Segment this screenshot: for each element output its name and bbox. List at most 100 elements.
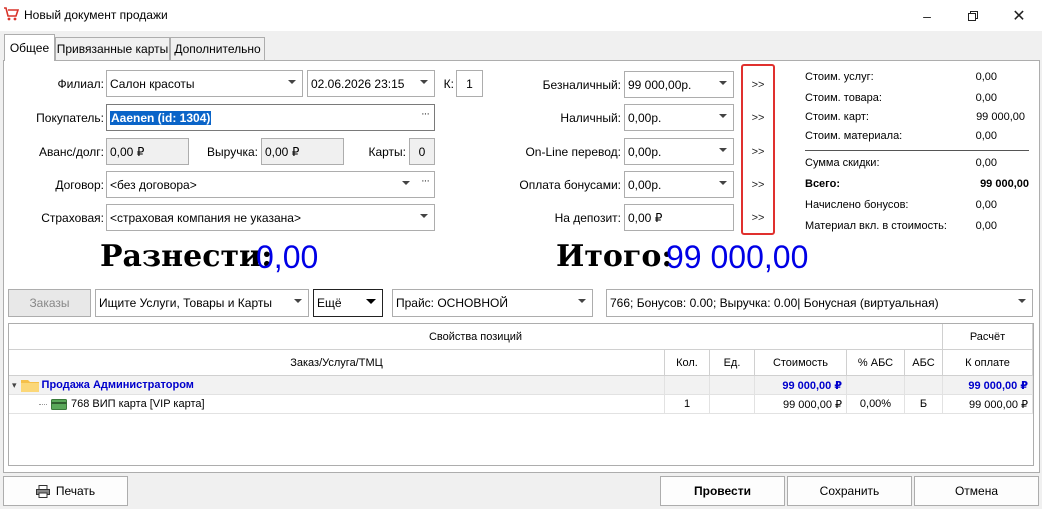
chevron-down-icon	[420, 214, 428, 218]
orders-button[interactable]: Заказы	[8, 289, 91, 317]
post-button[interactable]: Провести	[660, 476, 785, 506]
cart-icon	[3, 6, 20, 22]
contract-select[interactable]: <без договора> ···	[106, 171, 435, 198]
tab-general[interactable]: Общее	[4, 34, 55, 61]
payment-cash-label: Наличный:	[560, 111, 621, 125]
summary-total-label: Всего:	[805, 178, 840, 190]
highlight-frame	[741, 64, 775, 235]
band-properties: Свойства позиций	[9, 324, 943, 350]
card-info-select[interactable]: 766; Бонусов: 0.00; Выручка: 0.00| Бонус…	[606, 289, 1033, 317]
maximize-button[interactable]	[950, 0, 996, 31]
table-row[interactable]: 768 ВИП карта [VIP карта]	[9, 395, 665, 414]
tree-line	[39, 403, 47, 405]
tab-linked-cards[interactable]: Привязанные карты	[55, 37, 170, 60]
save-button[interactable]: Сохранить	[787, 476, 912, 506]
chevron-down-icon	[366, 299, 376, 304]
search-input[interactable]: Ищите Услуги, Товары и Карты	[95, 289, 309, 317]
payment-deposit-input[interactable]: 0,00 ₽	[624, 204, 734, 231]
cancel-button[interactable]: Отмена	[914, 476, 1039, 506]
summary-cards-label: Стоим. карт:	[805, 111, 869, 123]
total-label: Итого:	[556, 239, 673, 274]
col-item[interactable]: Заказ/Услуга/ТМЦ	[9, 350, 665, 376]
distribute-value: 0,00	[256, 239, 319, 275]
cards-field: 0	[409, 138, 435, 165]
collapse-icon[interactable]: ▾	[12, 380, 17, 391]
row-pay-cell: 99 000,00 ₽	[943, 395, 1033, 414]
ellipsis-icon[interactable]: ···	[421, 175, 430, 187]
summary-divider	[805, 150, 1029, 151]
buyer-input[interactable]: Aaenen (id: 1304) ···	[106, 104, 435, 131]
minimize-button[interactable]: –	[904, 0, 950, 31]
revenue-field: 0,00 ₽	[261, 138, 344, 165]
payment-bonus-label: Оплата бонусами:	[519, 178, 621, 192]
buyer-label: Покупатель:	[36, 111, 104, 125]
payment-deposit-label: На депозит:	[554, 211, 621, 225]
window-title: Новый документ продажи	[24, 8, 168, 22]
price-select[interactable]: Прайс: ОСНОВНОЙ	[392, 289, 593, 317]
contract-label: Договор:	[55, 178, 104, 192]
k-input[interactable]: 1	[456, 70, 483, 97]
col-abs-pct[interactable]: % АБС	[847, 350, 905, 376]
summary-material-label: Стоим. материала:	[805, 130, 903, 142]
group-pay-cell: 99 000,00 ₽	[943, 376, 1033, 395]
group-unit-cell	[710, 376, 755, 395]
more-select[interactable]: Ещё	[313, 289, 383, 317]
chevron-down-icon	[420, 80, 428, 84]
ellipsis-icon[interactable]: ···	[421, 108, 430, 120]
tab-additional[interactable]: Дополнительно	[170, 37, 265, 60]
col-abs[interactable]: АБС	[905, 350, 943, 376]
row-qty-cell: 1	[665, 395, 710, 414]
summary-discount-label: Сумма скидки:	[805, 157, 880, 169]
summary-services-label: Стоим. услуг:	[805, 71, 874, 83]
col-pay[interactable]: К оплате	[943, 350, 1033, 376]
chevron-down-icon	[288, 80, 296, 84]
col-unit[interactable]: Ед.	[710, 350, 755, 376]
summary-material-value: 0,00	[975, 130, 997, 142]
col-cost[interactable]: Стоимость	[755, 350, 847, 376]
date-picker[interactable]: 02.06.2026 23:15	[307, 70, 435, 97]
payment-cashless-select[interactable]: 99 000,00р.	[624, 71, 734, 98]
folder-icon	[20, 379, 39, 392]
group-qty-cell	[665, 376, 710, 395]
chevron-down-icon	[719, 114, 727, 118]
col-qty[interactable]: Кол.	[665, 350, 710, 376]
distribute-label: Разнести:	[100, 239, 273, 274]
chevron-down-icon	[719, 81, 727, 85]
summary-bonuses-value: 0,00	[975, 199, 997, 211]
revenue-label: Выручка:	[207, 145, 258, 159]
cards-label: Карты:	[368, 145, 406, 159]
group-abs-cell	[905, 376, 943, 395]
chevron-down-icon	[719, 181, 727, 185]
summary-material-included-value: 0,00	[975, 220, 997, 232]
summary-discount-value: 0,00	[975, 157, 997, 169]
total-value: 99 000,00	[666, 239, 809, 275]
chevron-down-icon	[1018, 299, 1026, 303]
advance-field: 0,00 ₽	[106, 138, 189, 165]
row-unit-cell	[710, 395, 755, 414]
insurance-label: Страховая:	[41, 211, 104, 225]
chevron-down-icon	[402, 181, 410, 185]
summary-services-value: 0,00	[975, 71, 997, 83]
group-abs-pct-cell	[847, 376, 905, 395]
close-button[interactable]: ✕	[996, 0, 1042, 31]
payment-bonus-select[interactable]: 0,00р.	[624, 171, 734, 198]
summary-goods-label: Стоим. товара:	[805, 92, 882, 104]
summary-total-value: 99 000,00	[980, 178, 1029, 190]
payment-online-select[interactable]: 0,00р.	[624, 138, 734, 165]
card-icon	[51, 398, 67, 410]
row-abs-cell: Б	[905, 395, 943, 414]
branch-select[interactable]: Салон красоты	[106, 70, 303, 97]
payment-online-label: On-Line перевод:	[525, 145, 621, 159]
group-cost-cell: 99 000,00 ₽	[755, 376, 847, 395]
chevron-down-icon	[719, 148, 727, 152]
k-label: К:	[443, 77, 454, 91]
band-calc: Расчёт	[943, 324, 1033, 350]
positions-table: Свойства позиций Расчёт Заказ/Услуга/ТМЦ…	[8, 323, 1034, 466]
payment-cash-select[interactable]: 0,00р.	[624, 104, 734, 131]
summary-bonuses-label: Начислено бонусов:	[805, 199, 909, 211]
table-row-group[interactable]: ▾ Продажа Администратором	[9, 376, 665, 395]
branch-label: Филиал:	[57, 77, 104, 91]
payment-cashless-label: Безналичный:	[542, 78, 621, 92]
insurance-select[interactable]: <страховая компания не указана>	[106, 204, 435, 231]
print-button[interactable]: Печать	[3, 476, 128, 506]
